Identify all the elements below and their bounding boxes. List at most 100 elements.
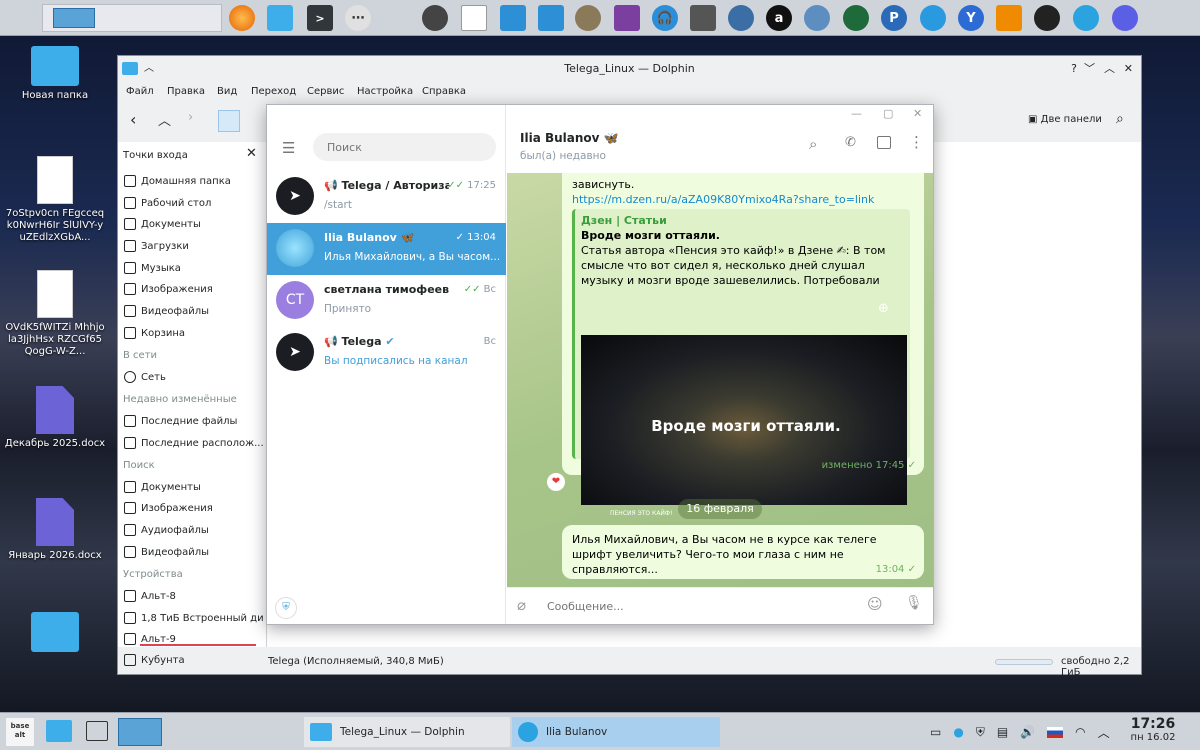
search-icon[interactable]: ⌕ — [1116, 111, 1124, 127]
virtual-desktop-pager[interactable] — [42, 4, 222, 32]
menu-file[interactable]: Файл — [126, 86, 154, 97]
shield-icon[interactable]: ⛨ — [275, 597, 297, 619]
place-downloads[interactable]: Загрузки — [124, 237, 264, 255]
desktop-icon-docx-jan[interactable]: Январь 2026.docx — [0, 498, 110, 562]
task-dolphin[interactable]: Telega_Linux — Dolphin — [304, 717, 510, 747]
window-titlebar[interactable]: Telega_Linux — Dolphin ︿ ? ﹀ ︿ ✕ — [118, 56, 1141, 82]
bird-icon[interactable] — [920, 5, 946, 31]
shield-app-icon[interactable] — [1034, 5, 1060, 31]
clipboard-icon[interactable]: ▤ — [997, 725, 1008, 739]
tray-expand-icon[interactable]: ︿ — [1098, 724, 1110, 741]
desktop-icon-folder[interactable]: Новая папка — [0, 46, 110, 102]
active-desktop[interactable] — [53, 8, 95, 28]
chat-item-telega-auth[interactable]: ➤ 📢 Telega / Авторизац... ✓✓ 17:25 /star… — [267, 171, 506, 223]
message-link[interactable]: https://m.dzen.ru/a/aZA09K80Ymixo4Ra?sha… — [572, 192, 914, 207]
message-bubble-outgoing[interactable]: Илья Михайлович, а Вы часом не в курсе к… — [562, 525, 924, 579]
headphones-icon[interactable]: 🎧 — [652, 5, 678, 31]
app-launcher[interactable]: base alt — [6, 718, 34, 746]
chat-header[interactable]: Ilia Bulanov 🦋 был(а) недавно ⌕ ✆ ⋮ — [507, 127, 933, 173]
icons-view-button[interactable] — [218, 110, 240, 132]
vlc-icon[interactable] — [996, 5, 1022, 31]
desktop-icon-folder2[interactable] — [0, 612, 110, 656]
more-icon[interactable]: ⋯ — [345, 5, 371, 31]
device-alt8[interactable]: Альт-8 — [124, 587, 264, 605]
place-home[interactable]: Домашняя папка — [124, 172, 264, 190]
reaction-heart[interactable]: ❤ — [547, 473, 565, 491]
telegram-icon[interactable] — [1073, 5, 1099, 31]
minimize-icon[interactable]: ﹀ — [1084, 56, 1095, 82]
gimp-icon[interactable] — [575, 5, 601, 31]
place-network[interactable]: Сеть — [124, 368, 264, 386]
desktop-icon-image1[interactable]: 7oStpv0cn FEgcceqk0NwrH6Ir SlUlVY-yuZEdl… — [0, 156, 110, 244]
pin-icon[interactable]: ︿ — [144, 56, 154, 82]
place-desktop[interactable]: Рабочий стол — [124, 194, 264, 212]
up-button[interactable]: › — [188, 110, 193, 125]
pager-mini[interactable] — [118, 718, 162, 746]
microphone-icon[interactable]: 🎙 — [905, 595, 923, 611]
package-icon[interactable]: ▭ — [930, 725, 941, 739]
chat-item-ilia[interactable]: Ilia Bulanov 🦋 ✓ 13:04 Илья Михайлович, … — [267, 223, 506, 275]
menu-view[interactable]: Вид — [217, 86, 237, 97]
message-input[interactable] — [547, 596, 847, 616]
zoom-icon[interactable]: ⊕ — [878, 301, 889, 316]
webcam-icon[interactable] — [728, 5, 754, 31]
camera-icon[interactable] — [804, 5, 830, 31]
place-pictures[interactable]: Изображения — [124, 280, 264, 298]
help-icon[interactable]: ? — [1071, 56, 1077, 82]
desktop-icon-docx-dec[interactable]: Декабрь 2025.docx — [0, 386, 110, 450]
clock[interactable]: 17:26 пн 16.02 — [1122, 716, 1184, 743]
dolphin-icon[interactable] — [267, 5, 293, 31]
task-telegram[interactable]: Ilia Bulanov — [512, 717, 720, 747]
video-editor-icon[interactable] — [690, 5, 716, 31]
place-documents[interactable]: Документы — [124, 215, 264, 233]
place-trash[interactable]: Корзина — [124, 324, 264, 342]
search-images[interactable]: Изображения — [124, 499, 264, 517]
back-button[interactable]: ‹ — [130, 110, 136, 129]
split-view-button[interactable]: ▣ Две панели — [1028, 114, 1102, 125]
menu-help[interactable]: Справка — [422, 86, 466, 97]
chat-item-svetlana[interactable]: СТ светлана тимофеева ✓✓ Вс Принято — [267, 275, 506, 327]
telegram-tray-icon[interactable]: ● — [953, 725, 963, 739]
desktop-icon-image2[interactable]: OVdK5fWITZi Mhhjola3JjhHsx RZCGf65QogG-W… — [0, 270, 110, 358]
p-app-icon[interactable]: P — [881, 5, 907, 31]
antivirus-icon[interactable]: ⛨ — [976, 725, 985, 740]
search-audio[interactable]: Аудиофайлы — [124, 521, 264, 539]
place-music[interactable]: Музыка — [124, 259, 264, 277]
device-internal[interactable]: 1,8 ТиБ Встроенный ди... — [124, 609, 264, 627]
volume-icon[interactable]: 🔊 — [1020, 725, 1035, 739]
media-icon[interactable] — [614, 5, 640, 31]
close-panel-icon[interactable]: ✕ — [246, 146, 257, 161]
yandex-browser-icon[interactable]: Y — [958, 5, 984, 31]
folder-quicklaunch-icon[interactable] — [46, 720, 72, 742]
terminal-icon[interactable]: > — [307, 5, 333, 31]
emoji-icon[interactable]: ☺ — [867, 595, 883, 613]
attach-icon[interactable]: ⌀ — [517, 596, 526, 614]
keyboard-layout-flag-icon[interactable] — [1047, 726, 1064, 738]
globe-icon[interactable] — [843, 5, 869, 31]
wifi-icon[interactable]: ◠ — [1075, 725, 1085, 739]
search-documents[interactable]: Документы — [124, 478, 264, 496]
close-icon[interactable]: ✕ — [1124, 56, 1133, 82]
store-icon[interactable] — [500, 5, 526, 31]
chat-app-icon[interactable] — [1112, 5, 1138, 31]
recent-locations[interactable]: Последние располож... — [124, 434, 264, 452]
firefox-icon[interactable] — [229, 5, 255, 31]
menu-go[interactable]: Переход — [251, 86, 296, 97]
message-area[interactable]: зависнуть. https://m.dzen.ru/a/aZA09K80Y… — [507, 173, 933, 587]
search-videos[interactable]: Видеофайлы — [124, 543, 264, 561]
search-input[interactable] — [313, 133, 496, 161]
forward-button[interactable]: ︿ — [158, 110, 171, 129]
search-icon[interactable]: ⌕ — [809, 135, 817, 153]
at-icon[interactable]: a — [766, 5, 792, 31]
phone-icon[interactable]: ✆ — [845, 135, 856, 150]
recent-files[interactable]: Последние файлы — [124, 412, 264, 430]
document-icon[interactable] — [461, 5, 487, 31]
show-desktop-icon[interactable] — [86, 721, 108, 741]
more-menu-icon[interactable]: ⋮ — [909, 133, 924, 151]
menu-settings[interactable]: Настройка — [357, 86, 413, 97]
chat-item-telega-channel[interactable]: ➤ 📢 Telega ✔ Вс Вы подписались на канал — [267, 327, 506, 379]
place-videos[interactable]: Видеофайлы — [124, 302, 264, 320]
menu-edit[interactable]: Правка — [167, 86, 205, 97]
menu-tools[interactable]: Сервис — [307, 86, 344, 97]
disk-icon[interactable] — [422, 5, 448, 31]
